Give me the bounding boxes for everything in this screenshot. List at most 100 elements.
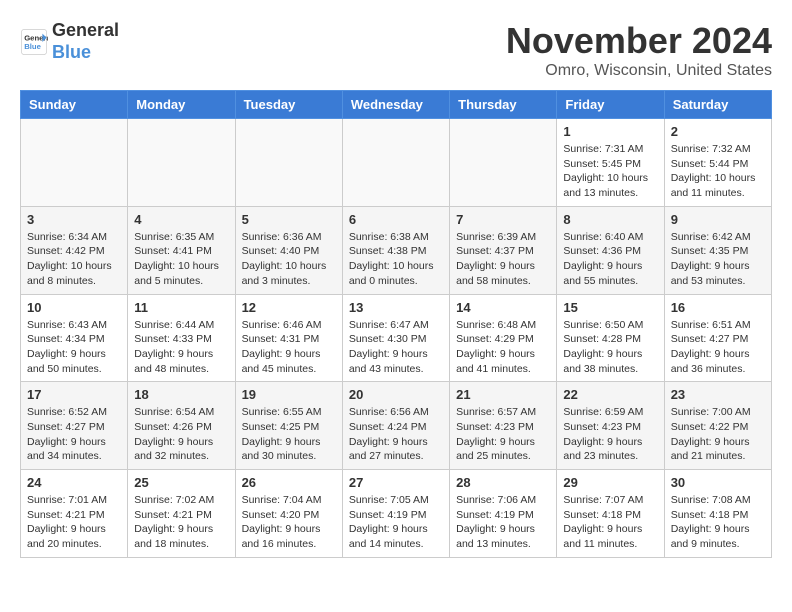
calendar-week-5: 24Sunrise: 7:01 AM Sunset: 4:21 PM Dayli…	[21, 470, 772, 558]
day-number: 5	[242, 212, 336, 227]
calendar-cell: 15Sunrise: 6:50 AM Sunset: 4:28 PM Dayli…	[557, 294, 664, 382]
day-info: Sunrise: 6:48 AM Sunset: 4:29 PM Dayligh…	[456, 318, 550, 377]
calendar-cell: 22 Sunrise: 6:59 AM Sunset: 4:23 PM Dayli…	[557, 382, 664, 470]
day-number: 9	[671, 212, 765, 227]
location: Omro, Wisconsin, United States	[506, 62, 772, 80]
day-info: Sunrise: 6:42 AM Sunset: 4:35 PM Dayligh…	[671, 230, 765, 289]
day-number: 22	[563, 387, 657, 402]
day-number: 11	[134, 300, 228, 315]
day-number: 2	[671, 124, 765, 139]
day-number: 17	[27, 387, 121, 402]
logo-icon: General Blue	[20, 28, 48, 56]
page-header: General Blue GeneralBlue November 2024 O…	[20, 20, 772, 80]
day-number: 6	[349, 212, 443, 227]
day-info: Sunrise: 6:59 AM Sunset: 4:23 PM Dayligh…	[563, 405, 657, 464]
calendar-cell: 1Sunrise: 7:31 AM Sunset: 5:45 PM Daylig…	[557, 119, 664, 207]
day-number: 18	[134, 387, 228, 402]
day-info: Sunrise: 6:36 AM Sunset: 4:40 PM Dayligh…	[242, 230, 336, 289]
logo-text: GeneralBlue	[52, 20, 119, 63]
day-number: 16	[671, 300, 765, 315]
month-title: November 2024	[506, 20, 772, 62]
day-number: 28	[456, 475, 550, 490]
calendar-cell: 13 Sunrise: 6:47 AM Sunset: 4:30 PM Dayli…	[342, 294, 449, 382]
day-number: 27	[349, 475, 443, 490]
day-info: Sunrise: 6:52 AM Sunset: 4:27 PM Dayligh…	[27, 405, 121, 464]
day-number: 23	[671, 387, 765, 402]
calendar-cell: 18Sunrise: 6:54 AM Sunset: 4:26 PM Dayli…	[128, 382, 235, 470]
weekday-header-wednesday: Wednesday	[342, 91, 449, 119]
day-info: Sunrise: 6:38 AM Sunset: 4:38 PM Dayligh…	[349, 230, 443, 289]
day-number: 1	[563, 124, 657, 139]
day-number: 30	[671, 475, 765, 490]
day-number: 20	[349, 387, 443, 402]
weekday-header-friday: Friday	[557, 91, 664, 119]
calendar-cell: 30 Sunrise: 7:08 AM Sunset: 4:18 PM Dayli…	[664, 470, 771, 558]
day-info: Sunrise: 6:40 AM Sunset: 4:36 PM Dayligh…	[563, 230, 657, 289]
day-number: 19	[242, 387, 336, 402]
calendar-cell: 20Sunrise: 6:56 AM Sunset: 4:24 PM Dayli…	[342, 382, 449, 470]
day-info: Sunrise: 7:07 AM Sunset: 4:18 PM Dayligh…	[563, 493, 657, 552]
day-info: Sunrise: 6:44 AM Sunset: 4:33 PM Dayligh…	[134, 318, 228, 377]
calendar-cell: 2Sunrise: 7:32 AM Sunset: 5:44 PM Daylig…	[664, 119, 771, 207]
day-info: Sunrise: 7:06 AM Sunset: 4:19 PM Dayligh…	[456, 493, 550, 552]
title-block: November 2024 Omro, Wisconsin, United St…	[506, 20, 772, 80]
calendar-cell: 9 Sunrise: 6:42 AM Sunset: 4:35 PM Daylig…	[664, 206, 771, 294]
logo: General Blue GeneralBlue	[20, 20, 119, 63]
day-info: Sunrise: 7:02 AM Sunset: 4:21 PM Dayligh…	[134, 493, 228, 552]
day-number: 10	[27, 300, 121, 315]
calendar-cell: 16 Sunrise: 6:51 AM Sunset: 4:27 PM Dayli…	[664, 294, 771, 382]
calendar-cell: 27Sunrise: 7:05 AM Sunset: 4:19 PM Dayli…	[342, 470, 449, 558]
calendar-table: SundayMondayTuesdayWednesdayThursdayFrid…	[20, 90, 772, 558]
svg-text:Blue: Blue	[24, 42, 41, 51]
calendar-cell: 14 Sunrise: 6:48 AM Sunset: 4:29 PM Dayli…	[450, 294, 557, 382]
calendar-cell: 26 Sunrise: 7:04 AM Sunset: 4:20 PM Dayli…	[235, 470, 342, 558]
calendar-cell: 24Sunrise: 7:01 AM Sunset: 4:21 PM Dayli…	[21, 470, 128, 558]
calendar-week-1: 1Sunrise: 7:31 AM Sunset: 5:45 PM Daylig…	[21, 119, 772, 207]
calendar-cell: 25 Sunrise: 7:02 AM Sunset: 4:21 PM Dayli…	[128, 470, 235, 558]
calendar-cell: 29 Sunrise: 7:07 AM Sunset: 4:18 PM Dayli…	[557, 470, 664, 558]
day-info: Sunrise: 6:57 AM Sunset: 4:23 PM Dayligh…	[456, 405, 550, 464]
day-number: 29	[563, 475, 657, 490]
day-info: Sunrise: 6:51 AM Sunset: 4:27 PM Dayligh…	[671, 318, 765, 377]
day-info: Sunrise: 6:34 AM Sunset: 4:42 PM Dayligh…	[27, 230, 121, 289]
day-info: Sunrise: 6:39 AM Sunset: 4:37 PM Dayligh…	[456, 230, 550, 289]
day-number: 8	[563, 212, 657, 227]
calendar-cell	[342, 119, 449, 207]
calendar-cell: 10Sunrise: 6:43 AM Sunset: 4:34 PM Dayli…	[21, 294, 128, 382]
weekday-header-tuesday: Tuesday	[235, 91, 342, 119]
calendar-cell	[128, 119, 235, 207]
weekday-header-monday: Monday	[128, 91, 235, 119]
calendar-cell	[21, 119, 128, 207]
weekday-header-thursday: Thursday	[450, 91, 557, 119]
day-info: Sunrise: 7:04 AM Sunset: 4:20 PM Dayligh…	[242, 493, 336, 552]
day-number: 7	[456, 212, 550, 227]
calendar-cell: 5 Sunrise: 6:36 AM Sunset: 4:40 PM Daylig…	[235, 206, 342, 294]
calendar-cell: 21 Sunrise: 6:57 AM Sunset: 4:23 PM Dayli…	[450, 382, 557, 470]
calendar-cell: 12Sunrise: 6:46 AM Sunset: 4:31 PM Dayli…	[235, 294, 342, 382]
calendar-cell: 11 Sunrise: 6:44 AM Sunset: 4:33 PM Dayli…	[128, 294, 235, 382]
calendar-cell: 8 Sunrise: 6:40 AM Sunset: 4:36 PM Daylig…	[557, 206, 664, 294]
day-number: 21	[456, 387, 550, 402]
day-info: Sunrise: 6:47 AM Sunset: 4:30 PM Dayligh…	[349, 318, 443, 377]
day-number: 25	[134, 475, 228, 490]
calendar-cell	[235, 119, 342, 207]
day-number: 13	[349, 300, 443, 315]
day-number: 14	[456, 300, 550, 315]
day-info: Sunrise: 6:55 AM Sunset: 4:25 PM Dayligh…	[242, 405, 336, 464]
calendar-cell: 23 Sunrise: 7:00 AM Sunset: 4:22 PM Dayli…	[664, 382, 771, 470]
day-number: 26	[242, 475, 336, 490]
calendar-cell: 6 Sunrise: 6:38 AM Sunset: 4:38 PM Daylig…	[342, 206, 449, 294]
day-info: Sunrise: 6:35 AM Sunset: 4:41 PM Dayligh…	[134, 230, 228, 289]
calendar-week-2: 3 Sunrise: 6:34 AM Sunset: 4:42 PM Daylig…	[21, 206, 772, 294]
weekday-header-sunday: Sunday	[21, 91, 128, 119]
day-number: 24	[27, 475, 121, 490]
day-info: Sunrise: 7:00 AM Sunset: 4:22 PM Dayligh…	[671, 405, 765, 464]
day-number: 3	[27, 212, 121, 227]
day-info: Sunrise: 7:08 AM Sunset: 4:18 PM Dayligh…	[671, 493, 765, 552]
calendar-cell: 17 Sunrise: 6:52 AM Sunset: 4:27 PM Dayli…	[21, 382, 128, 470]
day-number: 12	[242, 300, 336, 315]
calendar-cell: 7 Sunrise: 6:39 AM Sunset: 4:37 PM Daylig…	[450, 206, 557, 294]
calendar-cell: 3 Sunrise: 6:34 AM Sunset: 4:42 PM Daylig…	[21, 206, 128, 294]
calendar-cell: 19 Sunrise: 6:55 AM Sunset: 4:25 PM Dayli…	[235, 382, 342, 470]
calendar-cell	[450, 119, 557, 207]
